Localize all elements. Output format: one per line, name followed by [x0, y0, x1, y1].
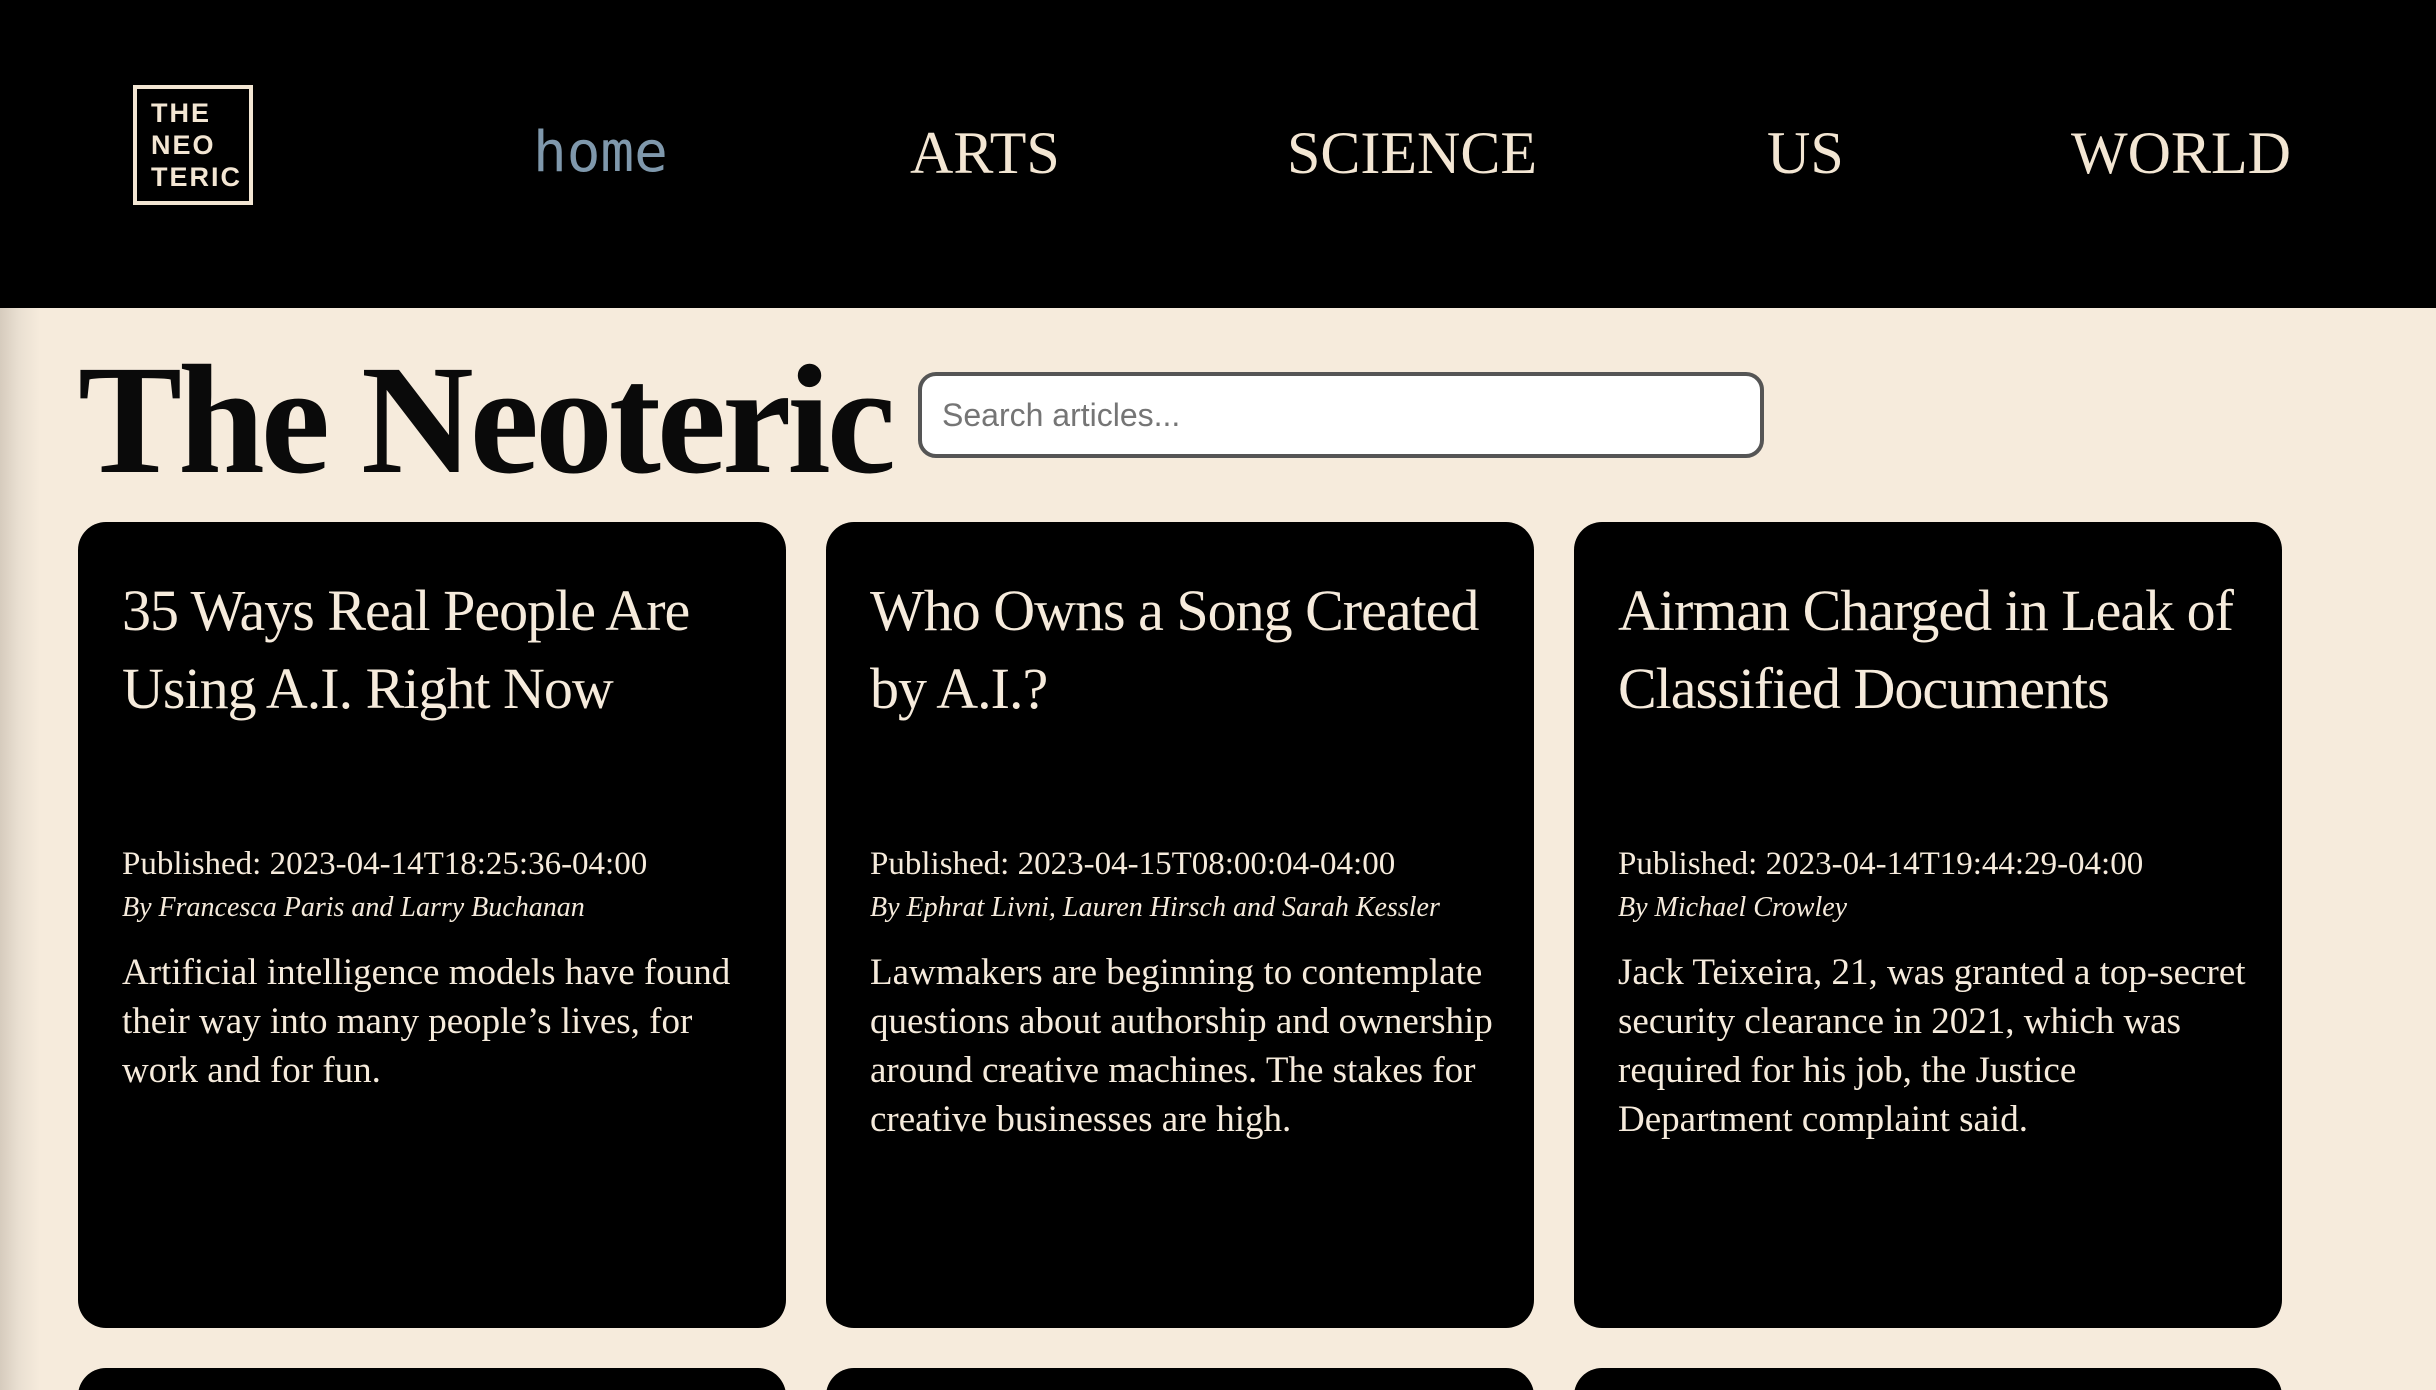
article-published-date: Published: 2023-04-14T19:44:29-04:00	[1618, 846, 2144, 882]
top-navigation-bar: THE NEO TERIC home ARTS SCIENCE US WORLD	[0, 0, 2436, 308]
article-card[interactable]: Who Owns a Song Created by A.I.? Publish…	[826, 522, 1534, 1328]
nav-link-science[interactable]: SCIENCE	[1287, 118, 1537, 188]
article-headline[interactable]: 35 Ways Real People Are Using A.I. Right…	[122, 572, 756, 842]
article-card-next-row[interactable]	[78, 1368, 786, 1390]
page-edge-shadow	[0, 308, 40, 1390]
logo-line: NEO	[151, 130, 216, 160]
article-summary: Artificial intelligence models have foun…	[122, 952, 731, 1091]
nav-link-world[interactable]: WORLD	[2071, 118, 2291, 188]
nav-link-home[interactable]: home	[533, 118, 668, 188]
article-published-date: Published: 2023-04-14T18:25:36-04:00	[122, 846, 648, 882]
article-card-next-row[interactable]	[1574, 1368, 2282, 1390]
article-byline: By Michael Crowley	[1618, 892, 1848, 923]
page-title: The Neoteric	[78, 333, 896, 506]
search-input[interactable]	[918, 372, 1764, 458]
article-summary: Lawmakers are beginning to contemplate q…	[870, 952, 1493, 1140]
article-headline[interactable]: Airman Charged in Leak of Classified Doc…	[1618, 572, 2252, 842]
logo-line: TERIC	[151, 162, 242, 192]
logo-line: THE	[151, 98, 211, 128]
site-logo[interactable]: THE NEO TERIC	[133, 85, 253, 205]
article-card-next-row[interactable]	[826, 1368, 1534, 1390]
article-headline[interactable]: Who Owns a Song Created by A.I.?	[870, 572, 1504, 842]
article-summary: Jack Teixeira, 21, was granted a top-sec…	[1618, 952, 2246, 1140]
article-published-date: Published: 2023-04-15T08:00:04-04:00	[870, 846, 1396, 882]
nav-link-arts[interactable]: ARTS	[910, 118, 1060, 188]
article-card[interactable]: 35 Ways Real People Are Using A.I. Right…	[78, 522, 786, 1328]
article-byline: By Francesca Paris and Larry Buchanan	[122, 892, 585, 923]
nav-link-us[interactable]: US	[1767, 118, 1844, 188]
article-byline: By Ephrat Livni, Lauren Hirsch and Sarah…	[870, 892, 1440, 923]
article-card[interactable]: Airman Charged in Leak of Classified Doc…	[1574, 522, 2282, 1328]
